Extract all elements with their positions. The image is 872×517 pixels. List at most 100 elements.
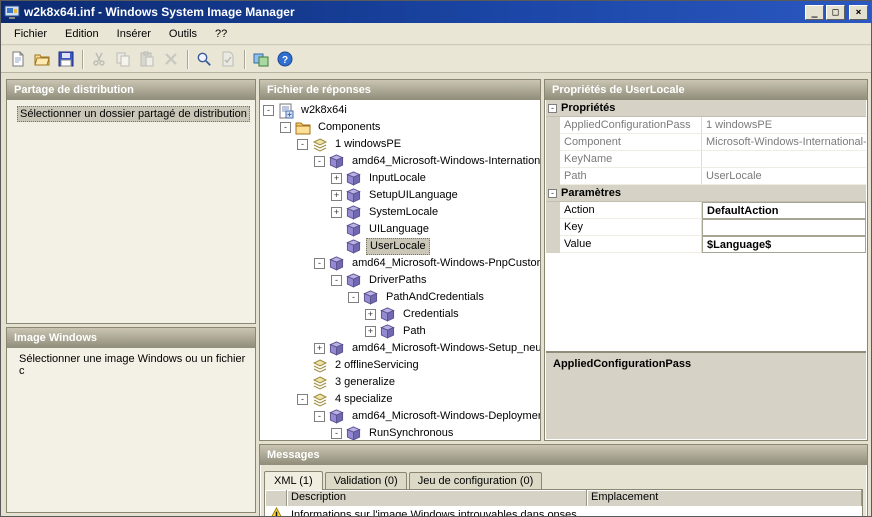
property-row[interactable]: PathUserLocale (546, 168, 866, 185)
property-label: Value (560, 236, 702, 253)
tree-node[interactable]: 2 offlineServicing (260, 357, 540, 374)
windows-image-placeholder[interactable]: Sélectionner une image Windows ou un fic… (17, 352, 255, 378)
tree-node[interactable]: -amd64_Microsoft-Windows-PnpCustor (260, 255, 540, 272)
distribution-share-title: Partage de distribution (7, 80, 255, 100)
tree-node[interactable]: -PathAndCredentials (260, 289, 540, 306)
tree-node[interactable]: 3 generalize (260, 374, 540, 391)
tree-node[interactable]: + Credentials (260, 306, 540, 323)
property-grid: -PropriétésAppliedConfigurationPass1 win… (546, 100, 866, 439)
tree-node[interactable]: +amd64_Microsoft-Windows-Setup_neu (260, 340, 540, 357)
messages-panel: Messages XML (1)Validation (0)Jeu de con… (259, 444, 868, 517)
tree-node[interactable]: +Path (260, 323, 540, 340)
property-category[interactable]: -Paramètres (546, 185, 866, 202)
collapse-icon[interactable]: - (348, 292, 359, 303)
expand-icon[interactable]: + (331, 207, 342, 218)
property-category[interactable]: -Propriétés (546, 100, 866, 117)
collapse-icon[interactable]: - (548, 189, 557, 198)
tree-node-label: 3 generalize (332, 375, 398, 390)
tree-node[interactable]: UILanguage (260, 221, 540, 238)
expand-icon[interactable]: + (331, 190, 342, 201)
collapse-icon[interactable]: - (314, 258, 325, 269)
menu-inserer[interactable]: Insérer (108, 25, 160, 43)
create-configuration-set-button[interactable] (249, 48, 273, 70)
find-button[interactable] (192, 48, 216, 70)
windows-image-body: Sélectionner une image Windows ou un fic… (7, 348, 255, 512)
tree-node[interactable]: -4 specialize (260, 391, 540, 408)
tree-node[interactable]: UserLocale (260, 238, 540, 255)
messages-table: DescriptionEmplacementInformations sur l… (264, 489, 863, 517)
collapse-icon[interactable]: - (297, 139, 308, 150)
property-description-pane: AppliedConfigurationPass (546, 351, 866, 439)
pass-icon (312, 358, 328, 374)
tree-node[interactable]: -RunSynchronous (260, 425, 540, 440)
expand-icon[interactable]: + (314, 343, 325, 354)
tab-xml[interactable]: XML (1) (264, 471, 323, 490)
collapse-icon[interactable]: - (314, 156, 325, 167)
distribution-share-panel: Partage de distribution Sélectionner un … (6, 79, 256, 324)
open-answer-file-button[interactable] (30, 48, 54, 70)
property-label: Path (560, 168, 702, 185)
tree-node[interactable]: + SystemLocale (260, 204, 540, 221)
minimize-button[interactable]: _ (805, 5, 824, 20)
tree-node[interactable]: -amd64_Microsoft-Windows-Deploymer (260, 408, 540, 425)
property-row[interactable]: ComponentMicrosoft-Windows-International… (546, 134, 866, 151)
expand-icon[interactable]: + (365, 309, 376, 320)
collapse-icon[interactable]: - (331, 275, 342, 286)
menu-outils[interactable]: Outils (160, 25, 206, 43)
message-description: Informations sur l'image Windows introuv… (287, 509, 587, 517)
property-row[interactable]: ActionDefaultAction (546, 202, 866, 219)
tab-config-set[interactable]: Jeu de configuration (0) (409, 472, 543, 489)
tree-node[interactable]: -Components (260, 119, 540, 136)
help-button[interactable]: ? (273, 48, 297, 70)
collapse-icon[interactable]: - (280, 122, 291, 133)
column-header-description[interactable]: Description (287, 490, 587, 506)
toolbar-separator (82, 50, 83, 69)
titlebar[interactable]: w2k8x64i.inf - Windows System Image Mana… (1, 1, 871, 23)
property-value[interactable] (702, 219, 866, 236)
expand-icon[interactable]: + (331, 173, 342, 184)
collapse-icon[interactable]: - (263, 105, 274, 116)
tab-validation[interactable]: Validation (0) (325, 472, 407, 489)
tree-node-label: UserLocale (366, 238, 430, 255)
distribution-share-body: Sélectionner un dossier partagé de distr… (7, 100, 255, 323)
tree-node[interactable]: +SetupUILanguage (260, 187, 540, 204)
collapse-icon[interactable]: - (297, 394, 308, 405)
tree-node[interactable]: -1 windowsPE (260, 136, 540, 153)
property-row[interactable]: KeyName (546, 151, 866, 168)
menu-fichier[interactable]: Fichier (5, 25, 56, 43)
pass-icon (312, 392, 328, 408)
property-row[interactable]: Key (546, 219, 866, 236)
menu-edition[interactable]: Edition (56, 25, 108, 43)
collapse-icon[interactable]: - (314, 411, 325, 422)
property-value: UserLocale (702, 168, 866, 185)
collapse-icon[interactable]: - (548, 104, 557, 113)
component-icon (346, 426, 362, 441)
property-row[interactable]: AppliedConfigurationPass1 windowsPE (546, 117, 866, 134)
column-header-icon[interactable] (265, 490, 287, 506)
tree-node-label: Credentials (400, 307, 462, 322)
tree-node[interactable]: -DriverPaths (260, 272, 540, 289)
tree-node-label: SystemLocale (366, 205, 441, 220)
tree-node[interactable]: -w2k8x64i (260, 102, 540, 119)
property-value[interactable]: DefaultAction (702, 202, 866, 219)
collapse-icon[interactable]: - (331, 428, 342, 439)
warning-icon (265, 507, 287, 517)
cut-icon (91, 51, 107, 67)
tree-node[interactable]: -amd64_Microsoft-Windows-Internationa (260, 153, 540, 170)
grid-gutter (546, 134, 560, 151)
save-answer-file-button[interactable] (54, 48, 78, 70)
close-button[interactable]: × (849, 5, 868, 20)
property-row[interactable]: Value$Language$ (546, 236, 866, 253)
column-header-location[interactable]: Emplacement (587, 490, 862, 506)
messages-table-header: DescriptionEmplacement (265, 490, 862, 506)
tree-node[interactable]: +InputLocale (260, 170, 540, 187)
property-value[interactable]: $Language$ (702, 236, 866, 253)
message-row[interactable]: Informations sur l'image Windows introuv… (265, 506, 862, 517)
grid-gutter (546, 219, 560, 236)
properties-panel: Propriétés de UserLocale -PropriétésAppl… (544, 79, 868, 441)
new-answer-file-button[interactable] (6, 48, 30, 70)
distribution-share-placeholder[interactable]: Sélectionner un dossier partagé de distr… (17, 106, 250, 122)
menu-aide[interactable]: ?? (206, 25, 236, 43)
expand-icon[interactable]: + (365, 326, 376, 337)
maximize-button[interactable]: □ (826, 5, 845, 20)
